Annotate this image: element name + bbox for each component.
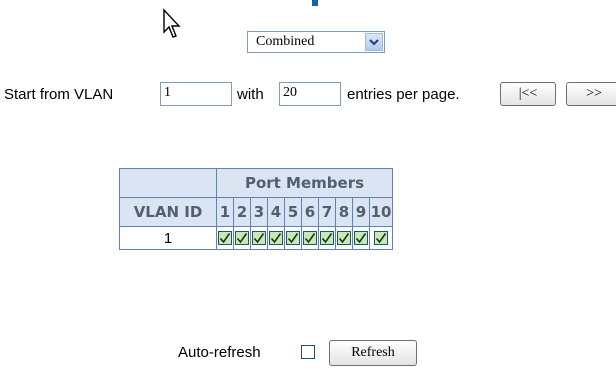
port-member-cell bbox=[267, 226, 285, 250]
port-header-7: 7 bbox=[318, 197, 336, 227]
port-member-checkbox[interactable] bbox=[269, 230, 283, 245]
checkmark-icon bbox=[355, 232, 367, 244]
with-label: with bbox=[237, 86, 264, 103]
empty-header-cell bbox=[119, 168, 217, 198]
port-member-checkbox[interactable] bbox=[354, 230, 368, 245]
port-member-cell bbox=[318, 226, 336, 250]
checkmark-icon bbox=[253, 232, 265, 244]
port-member-checkbox[interactable] bbox=[286, 230, 300, 245]
chevron-down-icon[interactable] bbox=[365, 33, 383, 51]
checkmark-icon bbox=[375, 232, 387, 244]
port-header-9: 9 bbox=[352, 197, 370, 227]
checkmark-icon bbox=[287, 232, 299, 244]
vlan-membership-table: Port Members VLAN ID 1 2 3 4 5 6 7 8 9 10 1 bbox=[119, 168, 393, 250]
port-header-10: 10 bbox=[369, 197, 393, 227]
port-member-checkbox[interactable] bbox=[218, 230, 232, 245]
port-header-4: 4 bbox=[267, 197, 285, 227]
port-member-checkbox[interactable] bbox=[374, 230, 388, 245]
vlan-id-header: VLAN ID bbox=[119, 197, 217, 227]
port-member-checkbox[interactable] bbox=[252, 230, 266, 245]
port-header-2: 2 bbox=[233, 197, 251, 227]
start-vlan-label: Start from VLAN bbox=[4, 86, 114, 103]
port-member-cell bbox=[284, 226, 302, 250]
entries-per-page-label: entries per page. bbox=[347, 86, 460, 103]
port-member-checkbox[interactable] bbox=[235, 230, 249, 245]
port-header-5: 5 bbox=[284, 197, 302, 227]
auto-refresh-checkbox[interactable] bbox=[301, 345, 315, 359]
port-members-header: Port Members bbox=[216, 168, 393, 198]
port-header-3: 3 bbox=[250, 197, 268, 227]
entries-per-page-input[interactable]: 20 bbox=[279, 82, 341, 106]
port-member-cell bbox=[233, 226, 251, 250]
title-bar-remnant bbox=[312, 0, 318, 6]
checkmark-icon bbox=[270, 232, 282, 244]
checkmark-icon bbox=[338, 232, 350, 244]
port-member-cell bbox=[369, 226, 393, 250]
port-header-6: 6 bbox=[301, 197, 319, 227]
table-group-header-row: Port Members bbox=[119, 168, 393, 198]
port-member-checkbox[interactable] bbox=[303, 230, 317, 245]
checkmark-icon bbox=[321, 232, 333, 244]
first-page-button[interactable]: |<< bbox=[500, 82, 556, 106]
port-header-8: 8 bbox=[335, 197, 353, 227]
view-select-value: Combined bbox=[256, 34, 315, 49]
port-member-cell bbox=[250, 226, 268, 250]
port-member-checkbox[interactable] bbox=[337, 230, 351, 245]
port-member-cell bbox=[352, 226, 370, 250]
view-select[interactable]: Combined bbox=[247, 31, 385, 53]
port-member-checkbox[interactable] bbox=[320, 230, 334, 245]
refresh-button[interactable]: Refresh bbox=[329, 340, 417, 366]
checkmark-icon bbox=[219, 232, 231, 244]
port-member-cell bbox=[335, 226, 353, 250]
auto-refresh-label: Auto-refresh bbox=[178, 344, 261, 361]
table-row: 1 bbox=[119, 226, 393, 250]
mouse-cursor-icon bbox=[163, 8, 181, 38]
start-vlan-input[interactable]: 1 bbox=[160, 82, 232, 106]
port-member-cell bbox=[216, 226, 234, 250]
checkmark-icon bbox=[236, 232, 248, 244]
port-member-cell bbox=[301, 226, 319, 250]
port-header-1: 1 bbox=[216, 197, 234, 227]
table-header-row: VLAN ID 1 2 3 4 5 6 7 8 9 10 bbox=[119, 197, 393, 227]
checkmark-icon bbox=[304, 232, 316, 244]
next-page-button[interactable]: >> bbox=[566, 82, 616, 106]
vlan-id-cell: 1 bbox=[119, 226, 217, 250]
